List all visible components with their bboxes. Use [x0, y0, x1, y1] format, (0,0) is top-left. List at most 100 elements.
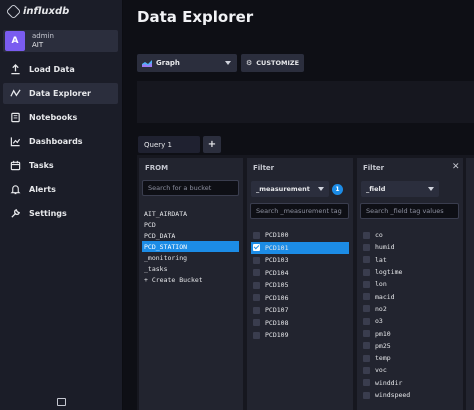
dashboard-icon	[9, 136, 21, 148]
checkbox[interactable]	[363, 391, 370, 399]
key-label: _measurement	[256, 185, 310, 193]
checkbox[interactable]	[253, 256, 260, 264]
selected-count-badge: 1	[332, 184, 343, 195]
sidebar-item-label: Dashboards	[29, 137, 83, 146]
bucket-item[interactable]: AIT_AIRDATA	[142, 208, 239, 219]
checkbox[interactable]	[363, 354, 370, 362]
checkbox[interactable]	[253, 331, 260, 339]
wrench-icon	[9, 208, 21, 220]
avatar: A	[5, 31, 25, 51]
sidebar-item-alerts[interactable]: Alerts	[3, 179, 118, 200]
measurement-key-dropdown[interactable]: _measurement	[251, 181, 329, 197]
checkbox-checked[interactable]	[253, 244, 260, 252]
checkbox[interactable]	[253, 294, 260, 302]
checkbox[interactable]	[253, 306, 260, 314]
list-item[interactable]: PCD104	[251, 267, 349, 280]
checkbox[interactable]	[363, 317, 370, 325]
chevron-down-icon	[428, 187, 434, 191]
checkbox[interactable]	[363, 256, 370, 264]
logo-text: influxdb	[23, 5, 70, 17]
upload-icon	[9, 64, 21, 76]
bucket-search-input[interactable]	[142, 180, 239, 196]
list-item[interactable]: o3	[361, 315, 459, 327]
list-item[interactable]: logtime	[361, 266, 459, 278]
bucket-item[interactable]: _monitoring	[142, 252, 239, 263]
list-item[interactable]: PCD107	[251, 304, 349, 317]
list-item[interactable]: windspeed	[361, 389, 459, 401]
bucket-list: AIT_AIRDATA PCD PCD_DATA PCD_STATION _mo…	[142, 208, 239, 285]
sidebar-item-tasks[interactable]: Tasks	[3, 155, 118, 176]
list-item[interactable]: no2	[361, 303, 459, 315]
page-title: Data Explorer	[137, 8, 254, 26]
sidebar-item-notebooks[interactable]: Notebooks	[3, 107, 118, 128]
checkbox[interactable]	[253, 319, 260, 327]
list-item[interactable]: lat	[361, 254, 459, 266]
tab-query-1[interactable]: Query 1	[138, 136, 200, 153]
list-item[interactable]: PCD100	[251, 229, 349, 242]
sidebar-item-dashboards[interactable]: Dashboards	[3, 131, 118, 152]
list-item-selected[interactable]: PCD101	[251, 241, 349, 254]
checkbox[interactable]	[363, 268, 370, 276]
influxdb-logo-icon	[5, 3, 22, 19]
list-item[interactable]: voc	[361, 364, 459, 376]
measurement-search-input[interactable]	[250, 203, 349, 219]
list-item[interactable]: pm25	[361, 340, 459, 352]
checkbox[interactable]	[363, 280, 370, 288]
checkbox[interactable]	[363, 330, 370, 338]
checkbox[interactable]	[363, 293, 370, 301]
list-item[interactable]: lon	[361, 278, 459, 290]
list-item[interactable]: humid	[361, 241, 459, 253]
customize-button[interactable]: ⚙ CUSTOMIZE	[241, 54, 304, 72]
checkbox[interactable]	[253, 281, 260, 289]
checkbox[interactable]	[363, 243, 370, 251]
checkbox[interactable]	[363, 366, 370, 374]
list-item[interactable]: pm10	[361, 327, 459, 339]
add-query-button[interactable]: +	[203, 136, 221, 153]
checkbox[interactable]	[363, 305, 370, 313]
checkbox[interactable]	[363, 231, 370, 239]
list-item[interactable]: PCD108	[251, 317, 349, 330]
checkbox[interactable]	[253, 231, 260, 239]
list-item[interactable]: macid	[361, 290, 459, 302]
sidebar-item-label: Settings	[29, 209, 67, 218]
list-item[interactable]: PCD109	[251, 329, 349, 342]
measurement-filter-card: Filter _measurement 1 PCD100 PCD101 PCD1…	[247, 158, 353, 410]
sidebar-item-settings[interactable]: Settings	[3, 203, 118, 224]
sidebar-item-load-data[interactable]: Load Data	[3, 59, 118, 80]
field-search-input[interactable]	[360, 203, 459, 219]
filter-header: Filter	[253, 163, 275, 172]
bucket-item[interactable]: _tasks	[142, 263, 239, 274]
collapse-sidebar-icon[interactable]	[57, 398, 66, 406]
bucket-item-selected[interactable]: PCD_STATION	[142, 241, 239, 252]
sidebar-item-label: Notebooks	[29, 113, 78, 122]
checkbox[interactable]	[363, 342, 370, 350]
from-header: FROM	[145, 163, 169, 172]
field-key-dropdown[interactable]: _field	[361, 181, 439, 197]
gear-icon: ⚙	[246, 59, 253, 67]
field-filter-card: Filter _field co humid lat logtime lon m…	[357, 158, 463, 410]
measurement-list: PCD100 PCD101 PCD103 PCD104 PCD105 PCD10…	[251, 229, 349, 342]
sidebar: influxdb A admin AIT Load Data Data Expl…	[0, 0, 123, 410]
graph-type-dropdown[interactable]: Graph	[137, 54, 237, 72]
list-item[interactable]: co	[361, 229, 459, 241]
bucket-item[interactable]: PCD	[142, 219, 239, 230]
logo[interactable]: influxdb	[5, 3, 70, 19]
checkbox[interactable]	[253, 269, 260, 277]
list-item[interactable]: winddir	[361, 377, 459, 389]
bucket-item[interactable]: PCD_DATA	[142, 230, 239, 241]
checkbox[interactable]	[363, 379, 370, 387]
list-item[interactable]: PCD106	[251, 292, 349, 305]
user-org: AIT	[32, 41, 44, 49]
graph-line-icon	[9, 88, 21, 100]
sidebar-item-data-explorer[interactable]: Data Explorer	[3, 83, 118, 104]
list-item[interactable]: PCD103	[251, 254, 349, 267]
sidebar-item-label: Load Data	[29, 65, 75, 74]
user-widget[interactable]: A admin AIT	[3, 30, 118, 52]
chevron-down-icon	[318, 187, 324, 191]
next-filter-card-edge	[466, 158, 474, 410]
chevron-down-icon	[225, 61, 231, 65]
sidebar-item-label: Data Explorer	[29, 89, 91, 98]
list-item[interactable]: PCD105	[251, 279, 349, 292]
create-bucket-link[interactable]: + Create Bucket	[142, 274, 239, 285]
list-item[interactable]: temp	[361, 352, 459, 364]
